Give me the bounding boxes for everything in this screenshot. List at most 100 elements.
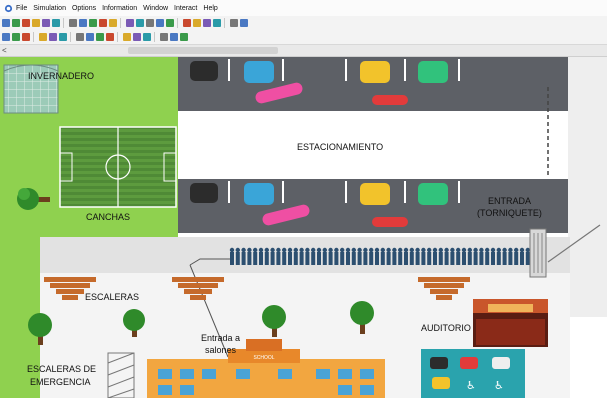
zoom-icon[interactable] <box>99 19 107 27</box>
menu-bar: File Simulation Options Information Wind… <box>0 0 607 16</box>
person-icon <box>409 247 414 265</box>
stop-icon[interactable] <box>136 19 144 27</box>
layer-icon[interactable] <box>59 33 67 41</box>
wheelchair-icon: ♿ <box>494 379 504 392</box>
menu-file[interactable]: File <box>16 5 27 12</box>
toolbar-separator <box>70 32 71 42</box>
label-auditorio: AUDITORIO <box>421 323 471 333</box>
label-escaleras: ESCALERAS <box>85 292 140 302</box>
animate-icon[interactable] <box>213 19 221 27</box>
settings-icon[interactable] <box>183 19 191 27</box>
person-icon <box>444 247 449 265</box>
person-icon <box>508 247 513 265</box>
menu-interact[interactable]: Interact <box>174 5 197 12</box>
person-icon <box>311 247 316 265</box>
menu-information[interactable]: Information <box>102 5 137 12</box>
person-icon <box>235 247 240 265</box>
label-escaleras-emergencia-2: EMERGENCIA <box>30 377 91 387</box>
toolbar-separator <box>117 32 118 42</box>
text-icon[interactable] <box>160 33 168 41</box>
align-center-icon[interactable] <box>12 33 20 41</box>
person-icon <box>467 247 472 265</box>
menu-help[interactable]: Help <box>203 5 217 12</box>
shape-icon[interactable] <box>170 33 178 41</box>
scrollbar-thumb[interactable] <box>128 47 278 54</box>
simulation-layout-canvas[interactable]: ♿ ♿ SCHOOL INVERNADERO ESTACIONAMIENTO C… <box>0 57 607 398</box>
menu-simulation[interactable]: Simulation <box>33 5 66 12</box>
back-icon[interactable] <box>106 33 114 41</box>
front-icon[interactable] <box>96 33 104 41</box>
person-icon <box>357 247 362 265</box>
horizontal-scrollbar[interactable]: < <box>0 45 607 57</box>
toolbar-separator <box>224 18 225 28</box>
grid-icon[interactable] <box>39 33 47 41</box>
layout-toolbar <box>0 30 607 45</box>
person-icon <box>473 247 478 265</box>
label-entrada-salones-2: salones <box>205 345 237 355</box>
person-icon <box>525 247 530 265</box>
layout-icon[interactable] <box>203 19 211 27</box>
track-icon[interactable] <box>230 19 238 27</box>
person-icon <box>363 247 368 265</box>
line-icon[interactable] <box>180 33 188 41</box>
reset-icon[interactable] <box>146 19 154 27</box>
label-entrada-salones-1: Entrada a <box>201 333 241 343</box>
step-icon[interactable] <box>126 19 134 27</box>
ungroup-icon[interactable] <box>86 33 94 41</box>
align-left-icon[interactable] <box>2 33 10 41</box>
label-estacionamiento: ESTACIONAMIENTO <box>297 142 384 152</box>
person-icon <box>432 247 438 265</box>
rotate-icon[interactable] <box>123 33 131 41</box>
soccer-field <box>59 126 177 208</box>
new-icon[interactable] <box>2 19 10 27</box>
color-icon[interactable] <box>143 33 151 41</box>
person-icon <box>519 247 525 265</box>
person-icon <box>380 247 385 265</box>
copy-icon[interactable] <box>52 19 60 27</box>
person-icon <box>514 247 519 265</box>
run-icon[interactable] <box>109 19 117 27</box>
person-icon <box>479 247 484 265</box>
cut-icon[interactable] <box>42 19 50 27</box>
person-icon <box>461 247 467 265</box>
person-icon <box>456 247 461 265</box>
person-icon <box>328 247 333 265</box>
print-icon[interactable] <box>32 19 40 27</box>
person-icon <box>334 247 339 265</box>
graph-icon[interactable] <box>166 19 174 27</box>
label-escaleras-emergencia-1: ESCALERAS DE <box>27 364 97 374</box>
person-icon <box>241 247 246 265</box>
trace-icon[interactable] <box>156 19 164 27</box>
help-icon[interactable] <box>240 19 248 27</box>
align-right-icon[interactable] <box>22 33 30 41</box>
model-icon[interactable] <box>193 19 201 27</box>
menu-options[interactable]: Options <box>72 5 96 12</box>
main-toolbar <box>0 16 607 30</box>
undo-icon[interactable] <box>79 19 87 27</box>
redo-icon[interactable] <box>89 19 97 27</box>
person-icon <box>374 247 380 265</box>
label-torniquete: (TORNIQUETE) <box>477 208 542 218</box>
person-icon <box>316 247 322 265</box>
person-icon <box>421 247 426 265</box>
road-right <box>568 57 607 317</box>
person-icon <box>438 247 443 265</box>
snap-icon[interactable] <box>49 33 57 41</box>
person-icon <box>485 247 490 265</box>
person-icon <box>264 247 269 265</box>
flip-icon[interactable] <box>133 33 141 41</box>
person-icon <box>450 247 455 265</box>
label-entrada: ENTRADA <box>488 196 532 206</box>
person-icon <box>276 247 281 265</box>
person-icon <box>229 247 235 265</box>
menu-window[interactable]: Window <box>143 5 168 12</box>
accessible-parking-block: ♿ ♿ <box>421 349 525 398</box>
paste-icon[interactable] <box>69 19 77 27</box>
save-icon[interactable] <box>22 19 30 27</box>
auditorium-image <box>473 299 548 347</box>
open-icon[interactable] <box>12 19 20 27</box>
group-icon[interactable] <box>76 33 84 41</box>
label-invernadero: INVERNADERO <box>28 71 95 81</box>
scroll-left-arrow[interactable]: < <box>2 45 7 56</box>
toolbar-separator <box>120 18 121 28</box>
